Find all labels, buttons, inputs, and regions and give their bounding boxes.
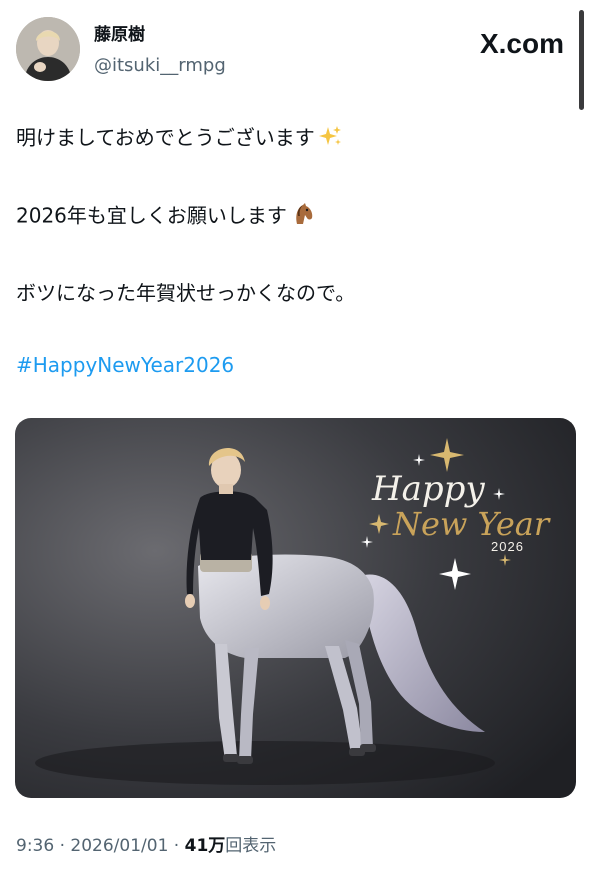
tweet-line: 2026年も宜しくお願いします bbox=[16, 202, 315, 232]
tweet-time[interactable]: 9:36 bbox=[16, 836, 54, 856]
meta-separator: · bbox=[54, 836, 71, 856]
greeting-year: 2026 bbox=[491, 539, 524, 554]
sparkles-icon bbox=[318, 124, 343, 154]
tweet-line: 明けましておめでとうございます bbox=[16, 124, 343, 154]
greeting-new-year: New Year bbox=[392, 505, 551, 543]
x-logo[interactable]: X.com bbox=[480, 29, 564, 59]
greeting-happy: Happy bbox=[371, 469, 485, 509]
scroll-indicator[interactable] bbox=[579, 10, 584, 110]
tweet-line: ボツになった年賀状せっかくなので。 bbox=[16, 281, 356, 305]
tweet-image[interactable]: Happy New Year 2026 bbox=[15, 418, 576, 798]
view-label: 回表示 bbox=[225, 836, 277, 856]
view-count: 41万 bbox=[184, 836, 226, 856]
tweet-date[interactable]: 2026/01/01 bbox=[70, 836, 168, 856]
tweet-meta: 9:36 · 2026/01/01 · 41万回表示 bbox=[16, 834, 276, 858]
tweet-line-text: 2026年も宜しくお願いします bbox=[16, 203, 287, 228]
hashtag-link[interactable]: #HappyNewYear2026 bbox=[16, 352, 234, 378]
horse-face-icon bbox=[291, 202, 315, 232]
tweet-line-text: 明けましておめでとうございます bbox=[16, 125, 315, 150]
display-name[interactable]: 藤原樹 bbox=[94, 25, 145, 45]
user-handle[interactable]: @itsuki__rmpg bbox=[94, 55, 226, 77]
meta-separator: · bbox=[168, 836, 185, 856]
tweet-header: 藤原樹 @itsuki__rmpg X.com bbox=[16, 17, 576, 87]
avatar[interactable] bbox=[16, 17, 80, 81]
